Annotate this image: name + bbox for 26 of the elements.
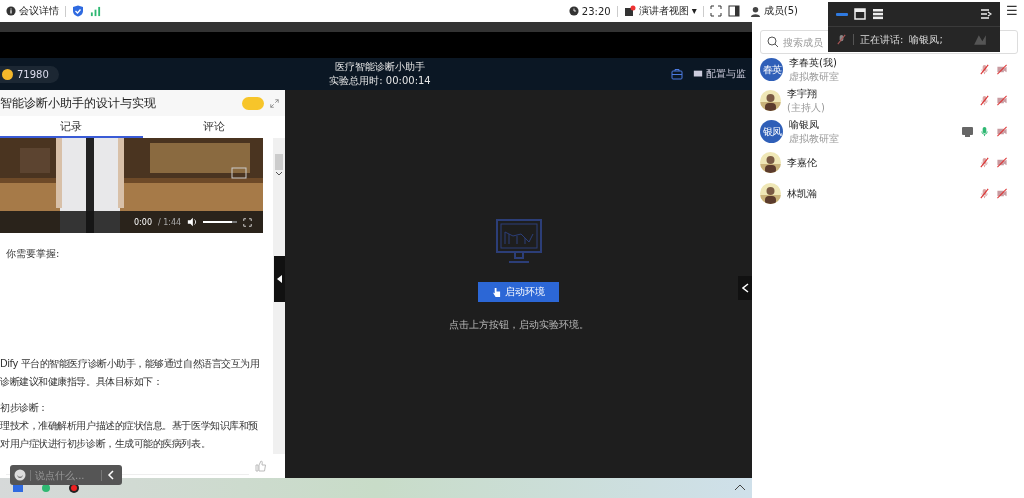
avatar: 春英 xyxy=(760,58,783,81)
member-name: 喻银凤 xyxy=(789,117,820,132)
clock-time: 23:20 xyxy=(581,5,611,17)
member-name: 李嘉伦 xyxy=(787,155,818,170)
speaker-name: 喻银凤; xyxy=(909,32,943,47)
speaking-label: 正在讲话: xyxy=(860,32,904,47)
text-line: 对用户症状进行初步诊断，生成可能的疾病列表。 xyxy=(0,437,211,451)
avatar: 银凤 xyxy=(760,120,783,143)
text-line: 诊断建议和健康指导。具体目标如下： xyxy=(0,375,163,389)
points-badge: 71980 xyxy=(0,65,59,83)
video-duration: / 1:44 xyxy=(157,217,182,227)
member-name: 李宇翔 xyxy=(787,86,818,101)
hint-text: 点击上方按钮，启动实验环境。 xyxy=(448,318,589,332)
video-time: 0:00 xyxy=(134,217,152,227)
member-name: 李春英(我) xyxy=(789,55,838,70)
course-title: 智能诊断小助手的设计与实现 xyxy=(0,94,157,112)
experiment-title: 医疗智能诊断小助手 xyxy=(335,60,425,74)
text-line: 理技术，准确解析用户描述的症状信息。基于医学知识库和预 xyxy=(0,419,258,433)
text-line: 初步诊断： xyxy=(0,401,48,415)
text-line: Dify 平台的智能医疗诊断小助手，能够通过自然语言交互为用 xyxy=(0,357,260,371)
member-role: 虚拟教研室 xyxy=(789,69,840,84)
section-heading: 你需要掌握: xyxy=(6,247,61,261)
member-role: (主持人) xyxy=(787,100,826,115)
member-name: 林凯瀚 xyxy=(787,186,818,201)
member-role: 虚拟教研室 xyxy=(789,131,840,146)
elapsed-time: 实验总用时: 00:00:14 xyxy=(329,74,431,88)
